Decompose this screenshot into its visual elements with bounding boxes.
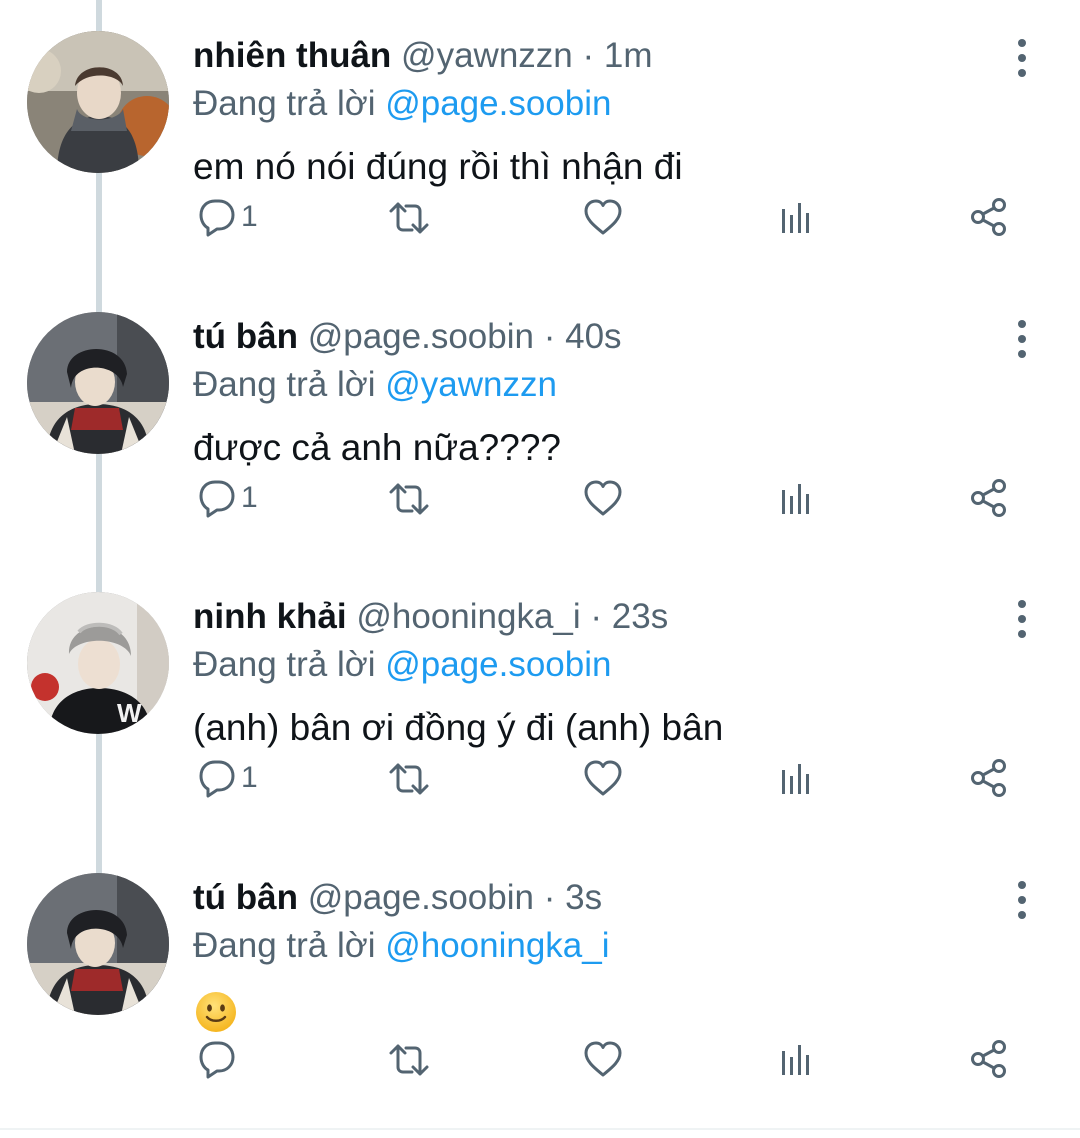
more-icon[interactable] [1006, 878, 1038, 922]
retweet-icon [389, 202, 429, 234]
like-icon [584, 480, 622, 516]
timestamp[interactable]: 1m [604, 36, 653, 75]
like-button[interactable] [581, 1036, 625, 1082]
replying-label: Đang trả lời [193, 926, 376, 965]
reply-icon [199, 199, 235, 237]
retweet-icon [389, 1044, 429, 1076]
replying-label: Đang trả lời [193, 84, 376, 123]
like-button[interactable] [581, 755, 625, 801]
reply-count: 1 [241, 200, 258, 233]
views-icon [782, 484, 809, 514]
views-icon [782, 764, 809, 794]
user-handle[interactable]: @page.soobin [308, 878, 534, 917]
reply-icon [199, 1041, 235, 1079]
tweet-text: được cả anh nữa???? [193, 427, 561, 468]
avatar[interactable] [27, 31, 169, 173]
svg-text:W: W [117, 698, 142, 728]
share-icon [971, 479, 1006, 517]
display-name[interactable]: tú bân [193, 317, 298, 356]
timestamp[interactable]: 3s [565, 878, 602, 917]
views-button[interactable] [776, 1036, 820, 1082]
tweet[interactable]: W ninh khải @hooningka_i · 23s Đang trả … [0, 561, 1080, 842]
like-icon [584, 199, 622, 235]
share-button[interactable] [968, 475, 1012, 521]
like-icon [584, 760, 622, 796]
retweet-button[interactable] [386, 1036, 432, 1082]
mention-link[interactable]: @page.soobin [385, 84, 611, 123]
views-icon [782, 203, 809, 233]
like-button[interactable] [581, 194, 625, 240]
separator: · [543, 878, 556, 917]
tweet[interactable]: tú bân @page.soobin · 40s Đang trả lời @… [0, 281, 1080, 562]
share-icon [971, 1040, 1006, 1078]
reply-icon [199, 480, 235, 518]
separator: · [543, 317, 556, 356]
replying-label: Đang trả lời [193, 645, 376, 684]
avatar[interactable] [27, 873, 169, 1015]
more-icon[interactable] [1006, 317, 1038, 361]
share-button[interactable] [968, 755, 1012, 801]
mention-link[interactable]: @hooningka_i [385, 926, 609, 965]
more-icon[interactable] [1006, 597, 1038, 641]
user-handle[interactable]: @page.soobin [308, 317, 534, 356]
share-button[interactable] [968, 194, 1012, 240]
tweet-text: em nó nói đúng rồi thì nhận đi [193, 146, 683, 187]
tweet-header: nhiên thuân @yawnzzn · 1m [193, 33, 653, 79]
reply-button[interactable]: 1 [193, 194, 258, 240]
views-button[interactable] [776, 475, 820, 521]
like-icon [584, 1041, 622, 1077]
tweet-header: tú bân @page.soobin · 40s [193, 314, 622, 360]
retweet-icon [389, 763, 429, 795]
share-icon [971, 759, 1006, 797]
reply-button[interactable]: 1 [193, 755, 258, 801]
user-handle[interactable]: @yawnzzn [401, 36, 573, 75]
user-handle[interactable]: @hooningka_i [356, 597, 580, 636]
avatar[interactable]: W [27, 592, 169, 734]
retweet-button[interactable] [386, 475, 432, 521]
mention-link[interactable]: @yawnzzn [385, 365, 557, 404]
separator: · [590, 597, 603, 636]
display-name[interactable]: tú bân [193, 878, 298, 917]
replying-to: Đang trả lời @page.soobin [193, 642, 611, 688]
avatar[interactable] [27, 312, 169, 454]
retweet-icon [389, 483, 429, 515]
tweet-header: tú bân @page.soobin · 3s [193, 875, 602, 921]
views-button[interactable] [776, 755, 820, 801]
display-name[interactable]: nhiên thuân [193, 36, 391, 75]
retweet-button[interactable] [386, 194, 432, 240]
replying-to: Đang trả lời @hooningka_i [193, 923, 610, 969]
tweet[interactable]: tú bân @page.soobin · 3s Đang trả lời @h… [0, 842, 1080, 1123]
tweet[interactable]: nhiên thuân @yawnzzn · 1m Đang trả lời @… [0, 0, 1080, 281]
share-button[interactable] [968, 1036, 1012, 1082]
reply-count: 1 [241, 481, 258, 514]
reply-button[interactable]: 1 [193, 475, 258, 521]
reply-icon [199, 760, 235, 798]
separator: · [582, 36, 595, 75]
tweet-header: ninh khải @hooningka_i · 23s [193, 594, 668, 640]
share-icon [971, 198, 1006, 236]
display-name[interactable]: ninh khải [193, 597, 347, 636]
more-icon[interactable] [1006, 36, 1038, 80]
reply-button[interactable] [193, 1036, 241, 1082]
views-button[interactable] [776, 194, 820, 240]
slightly-smiling-face-icon [196, 992, 236, 1032]
retweet-button[interactable] [386, 755, 432, 801]
mention-link[interactable]: @page.soobin [385, 645, 611, 684]
replying-to: Đang trả lời @yawnzzn [193, 362, 557, 408]
divider [0, 1128, 1080, 1130]
timestamp[interactable]: 40s [565, 317, 621, 356]
tweet-text: (anh) bân ơi đồng ý đi (anh) bân [193, 707, 724, 748]
replying-label: Đang trả lời [193, 365, 376, 404]
views-icon [782, 1045, 809, 1075]
reply-count: 1 [241, 761, 258, 794]
like-button[interactable] [581, 475, 625, 521]
replying-to: Đang trả lời @page.soobin [193, 81, 611, 127]
timestamp[interactable]: 23s [612, 597, 668, 636]
